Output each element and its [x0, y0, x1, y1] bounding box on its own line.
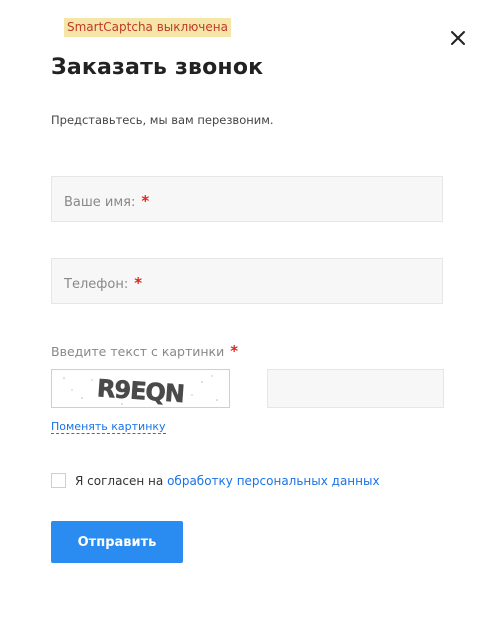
name-field[interactable]: Ваше имя: *	[51, 176, 443, 222]
change-captcha-link[interactable]: Поменять картинку	[51, 420, 166, 434]
modal-title: Заказать звонок	[51, 55, 264, 80]
required-mark: *	[134, 274, 143, 292]
captcha-input[interactable]	[267, 369, 444, 408]
callback-modal: SmartCaptcha выключена Заказать звонок П…	[0, 0, 496, 622]
captcha-text: R9EQN	[96, 374, 185, 408]
required-mark: *	[141, 192, 150, 210]
captcha-graphic: R9EQN	[63, 374, 218, 408]
submit-button[interactable]: Отправить	[51, 521, 183, 563]
privacy-policy-link[interactable]: обработку персональных данных	[167, 474, 380, 488]
agree-label: Я согласен на обработку персональных дан…	[75, 474, 380, 488]
captcha-label: Введите текст с картинки *	[51, 342, 239, 360]
name-field-label: Ваше имя: *	[64, 192, 150, 210]
close-icon	[451, 31, 465, 45]
smartcaptcha-notice: SmartCaptcha выключена	[64, 18, 231, 37]
captcha-image: R9EQN	[51, 369, 230, 408]
required-mark: *	[230, 342, 239, 360]
phone-field-label: Телефон: *	[64, 274, 143, 292]
close-button[interactable]	[446, 26, 470, 50]
modal-subtitle: Представьтесь, мы вам перезвоним.	[51, 113, 274, 127]
agree-checkbox[interactable]	[51, 473, 66, 488]
phone-field[interactable]: Телефон: *	[51, 258, 443, 304]
